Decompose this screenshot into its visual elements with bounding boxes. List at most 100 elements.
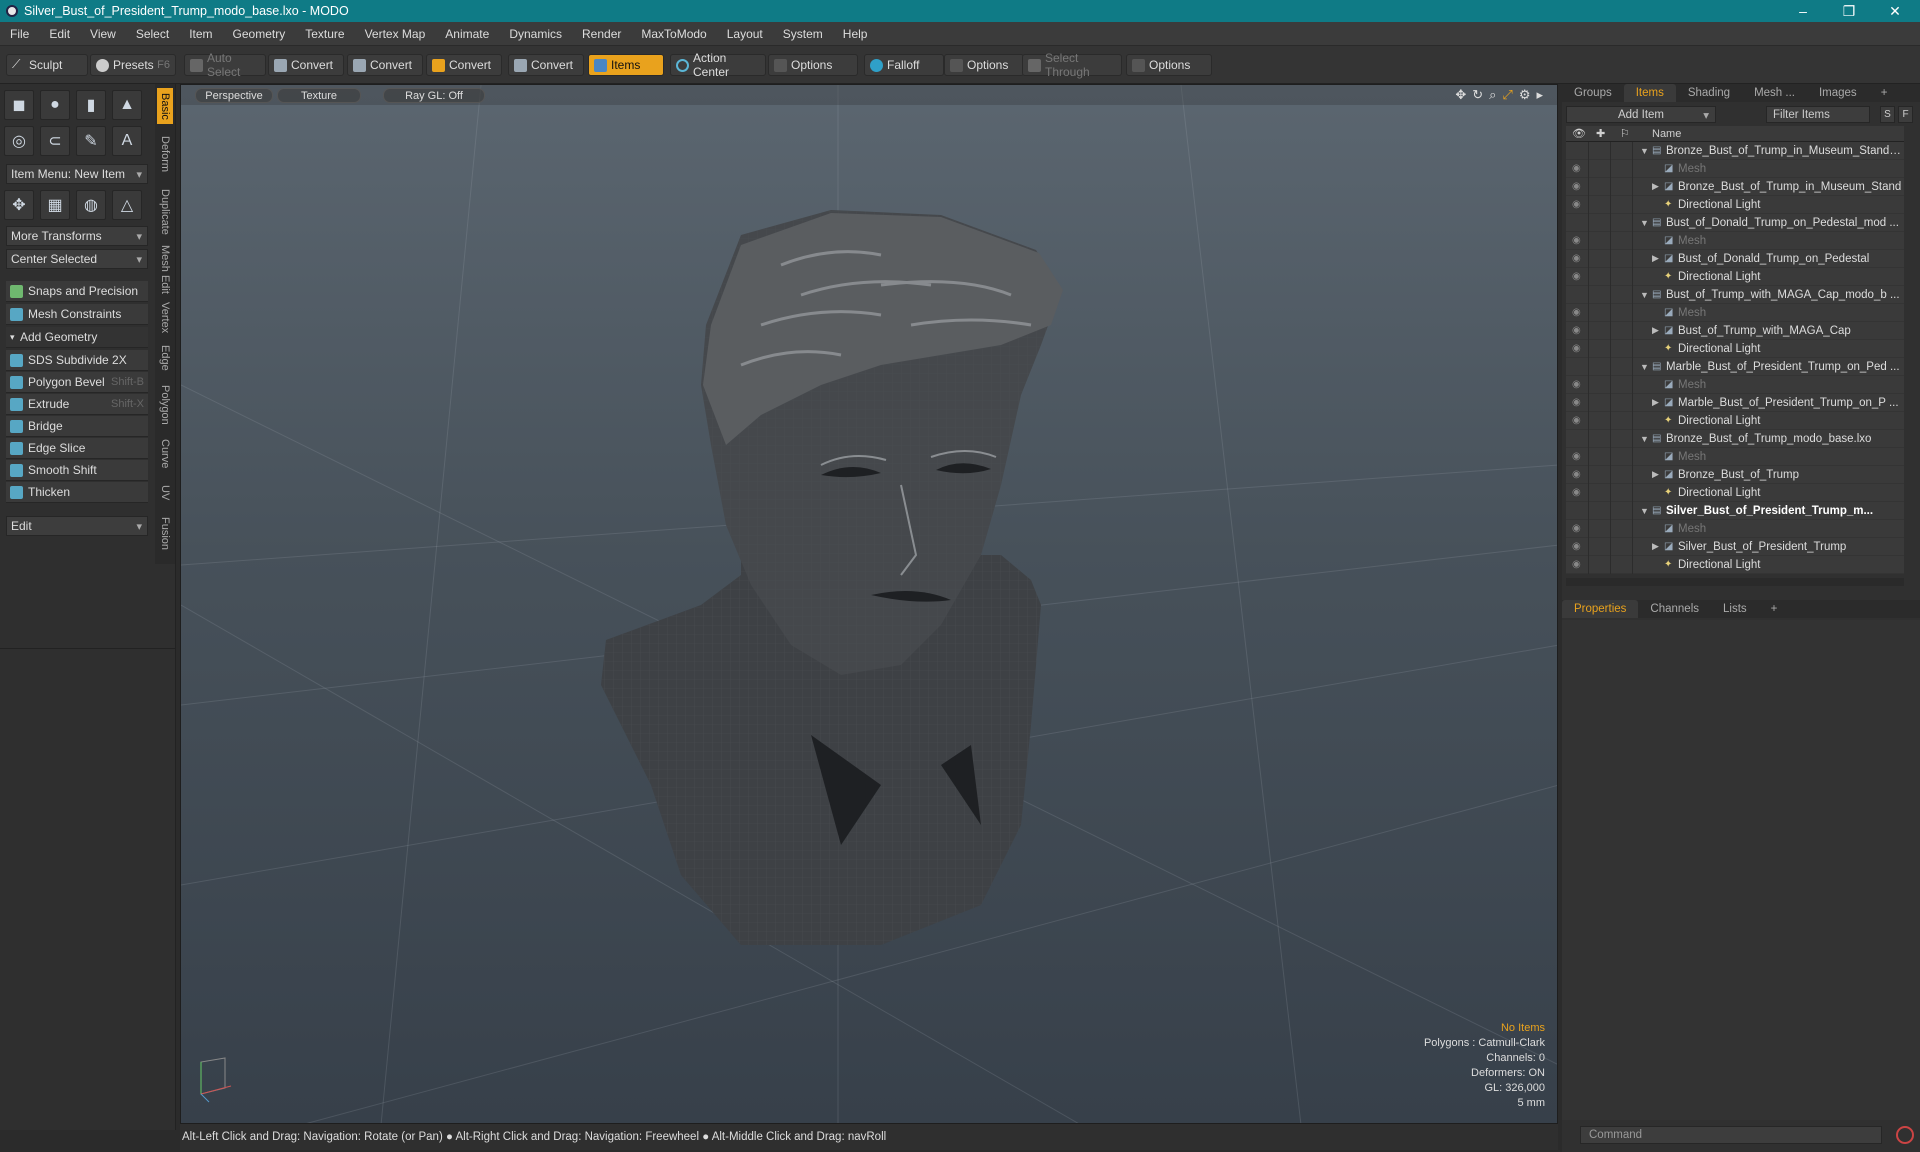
capsule-icon[interactable]: ⊂: [40, 126, 70, 156]
cone-icon[interactable]: ▲: [112, 90, 142, 120]
menu-geometry[interactable]: Geometry: [223, 27, 296, 41]
menu-layout[interactable]: Layout: [717, 27, 773, 41]
torus-icon[interactable]: ◎: [4, 126, 34, 156]
expand-down-icon[interactable]: ▼: [1640, 290, 1649, 300]
zoom-icon[interactable]: ⌕: [1489, 87, 1496, 103]
sculpt-button[interactable]: ⟋ Sculpt: [6, 54, 88, 76]
tree-row-mesh[interactable]: ◉ ◪ Mesh: [1566, 160, 1904, 178]
globe-icon[interactable]: ◍: [76, 190, 106, 220]
tree-row-light[interactable]: ◉ ✦ Directional Light: [1566, 412, 1904, 430]
convert-button-3[interactable]: Convert: [426, 54, 502, 76]
convert-button-2[interactable]: Convert: [347, 54, 423, 76]
add-geometry-header[interactable]: ▾ Add Geometry: [6, 327, 148, 348]
select-options-button[interactable]: Options: [1126, 54, 1212, 76]
menu-view[interactable]: View: [80, 27, 126, 41]
more-transforms-dropdown[interactable]: More Transforms: [6, 226, 148, 246]
vtab-curve[interactable]: Curve: [157, 434, 173, 474]
tree-row-mesh[interactable]: ◉ ◪ Mesh: [1566, 304, 1904, 322]
maximize-icon[interactable]: ⤢: [1502, 87, 1512, 103]
vtab-deform[interactable]: Deform: [157, 126, 173, 182]
convert-button-1[interactable]: Convert: [268, 54, 344, 76]
cylinder-icon[interactable]: ▮: [76, 90, 106, 120]
transform-icon[interactable]: ✥: [4, 190, 34, 220]
tool-edge-slice[interactable]: Edge Slice: [6, 438, 148, 459]
f-filter-button[interactable]: F: [1898, 106, 1913, 123]
expand-right-icon[interactable]: ▶: [1652, 325, 1659, 336]
vtab-fusion[interactable]: Fusion: [157, 512, 173, 556]
tool-sds-subdivide-2x[interactable]: SDS Subdivide 2X: [6, 350, 148, 371]
lock-column-icon[interactable]: ✚: [1596, 127, 1605, 140]
cube-icon[interactable]: ◼: [4, 90, 34, 120]
visibility-eye-icon[interactable]: ◉: [1572, 559, 1584, 570]
rotate-icon[interactable]: ↻: [1472, 87, 1483, 103]
visibility-eye-icon[interactable]: ◉: [1572, 379, 1584, 390]
menu-maxtomodo[interactable]: MaxToModo: [631, 27, 716, 41]
menu-system[interactable]: System: [773, 27, 833, 41]
expand-down-icon[interactable]: ▼: [1640, 434, 1649, 444]
texture-button[interactable]: Texture: [277, 88, 361, 103]
menu-texture[interactable]: Texture: [295, 27, 354, 41]
expand-down-icon[interactable]: ▼: [1640, 146, 1649, 156]
tree-row-light[interactable]: ◉ ✦ Directional Light: [1566, 268, 1904, 286]
visibility-eye-icon[interactable]: ◉: [1572, 487, 1584, 498]
tree-row-group[interactable]: ◉ ▶ ◪ Bronze_Bust_of_Trump_in_Museum_Stand: [1566, 178, 1904, 196]
visibility-eye-icon[interactable]: ◉: [1572, 325, 1584, 336]
tree-row-scene[interactable]: ▼ ▤ Bronze_Bust_of_Trump_modo_base.lxo: [1566, 430, 1904, 448]
visibility-eye-icon[interactable]: ◉: [1572, 271, 1584, 282]
arrow-right-icon[interactable]: ▸: [1536, 87, 1543, 103]
vtab-uv[interactable]: UV: [157, 476, 173, 510]
visibility-eye-icon[interactable]: ◉: [1572, 451, 1584, 462]
3d-viewport[interactable]: Perspective Texture Ray GL: Off ✥ ↻ ⌕ ⤢ …: [180, 84, 1558, 1124]
visibility-eye-icon[interactable]: ◉: [1572, 199, 1584, 210]
visibility-eye-icon[interactable]: ◉: [1572, 253, 1584, 264]
visibility-eye-icon[interactable]: ◉: [1572, 523, 1584, 534]
visibility-eye-icon[interactable]: ◉: [1572, 469, 1584, 480]
expand-right-icon[interactable]: ▶: [1652, 397, 1659, 408]
tab-images[interactable]: Images: [1807, 84, 1869, 102]
vtab-mesh-edit[interactable]: Mesh Edit: [157, 242, 173, 296]
add-tab-icon[interactable]: +: [1759, 600, 1790, 618]
render-column-icon[interactable]: ⚐: [1620, 127, 1630, 140]
expand-right-icon[interactable]: ▶: [1652, 253, 1659, 264]
tree-row-group[interactable]: ◉ ▶ ◪ Bronze_Bust_of_Trump: [1566, 466, 1904, 484]
tree-row-scene[interactable]: ▼ ▤ Bust_of_Trump_with_MAGA_Cap_modo_b ...: [1566, 286, 1904, 304]
tree-scrollbar[interactable]: [1566, 578, 1904, 586]
expand-right-icon[interactable]: ▶: [1652, 541, 1659, 552]
record-icon[interactable]: [1896, 1126, 1914, 1144]
tree-row-scene[interactable]: ▼ ▤ Bust_of_Donald_Trump_on_Pedestal_mod .…: [1566, 214, 1904, 232]
action-center-options-button[interactable]: Options: [768, 54, 858, 76]
menu-vertex-map[interactable]: Vertex Map: [355, 27, 436, 41]
tree-row-scene[interactable]: ▼ ▤ Bronze_Bust_of_Trump_in_Museum_Stand .…: [1566, 142, 1904, 160]
vtab-polygon[interactable]: Polygon: [157, 378, 173, 432]
raygl-button[interactable]: Ray GL: Off: [383, 88, 485, 103]
edit-dropdown[interactable]: Edit: [6, 516, 148, 536]
tab-shading[interactable]: Shading: [1676, 84, 1742, 102]
tree-row-group[interactable]: ◉ ▶ ◪ Bust_of_Trump_with_MAGA_Cap: [1566, 322, 1904, 340]
pyramid-icon[interactable]: △: [112, 190, 142, 220]
maximize-button[interactable]: ❐: [1826, 0, 1872, 22]
tool-polygon-bevel[interactable]: Polygon Bevel Shift-B: [6, 372, 148, 393]
visibility-eye-icon[interactable]: ◉: [1572, 235, 1584, 246]
tree-row-group[interactable]: ◉ ▶ ◪ Silver_Bust_of_President_Trump: [1566, 538, 1904, 556]
menu-edit[interactable]: Edit: [39, 27, 80, 41]
action-center-button[interactable]: Action Center: [670, 51, 766, 79]
filter-items-input[interactable]: Filter Items: [1766, 106, 1870, 123]
mesh-constraints-button[interactable]: Mesh Constraints: [6, 304, 148, 325]
visibility-eye-icon[interactable]: ◉: [1572, 541, 1584, 552]
visibility-eye-icon[interactable]: ◉: [1572, 415, 1584, 426]
menu-file[interactable]: File: [0, 27, 39, 41]
falloff-options-button[interactable]: Options: [944, 54, 1024, 76]
vtab-basic[interactable]: Basic: [157, 88, 173, 124]
tree-row-mesh[interactable]: ◉ ◪ Mesh: [1566, 232, 1904, 250]
vtab-edge[interactable]: Edge: [157, 340, 173, 376]
tree-row-mesh[interactable]: ◉ ◪ Mesh: [1566, 520, 1904, 538]
menu-select[interactable]: Select: [126, 27, 179, 41]
tree-row-group[interactable]: ◉ ▶ ◪ Bust_of_Donald_Trump_on_Pedestal: [1566, 250, 1904, 268]
grid-icon[interactable]: ▦: [40, 190, 70, 220]
vtab-duplicate[interactable]: Duplicate: [157, 184, 173, 240]
auto-select-button[interactable]: Auto Select: [184, 51, 266, 79]
minimize-button[interactable]: –: [1780, 0, 1826, 22]
tree-row-scene[interactable]: ▼ ▤ Marble_Bust_of_President_Trump_on_Ped …: [1566, 358, 1904, 376]
expand-right-icon[interactable]: ▶: [1652, 469, 1659, 480]
sphere-icon[interactable]: ●: [40, 90, 70, 120]
